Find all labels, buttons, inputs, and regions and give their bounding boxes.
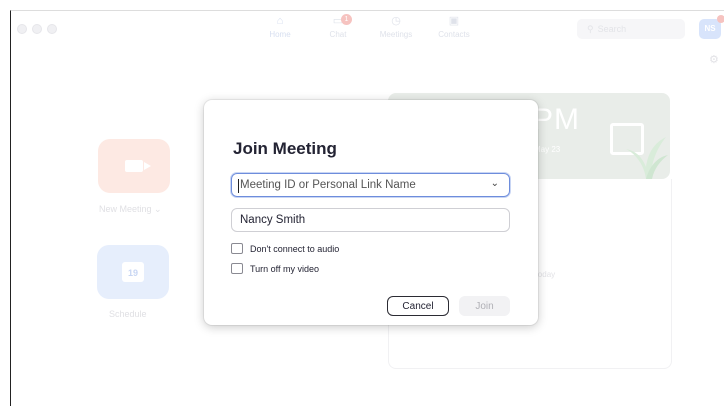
meeting-id-placeholder: Meeting ID or Personal Link Name: [240, 179, 416, 191]
home-icon: ⌂: [276, 15, 284, 27]
tab-chat-label: Chat: [329, 30, 347, 39]
clock-icon: ◷: [391, 15, 401, 27]
new-meeting-button[interactable]: [98, 139, 170, 193]
search-placeholder: Search: [597, 24, 627, 34]
tab-meetings[interactable]: ◷ Meetings: [377, 15, 415, 39]
tab-home[interactable]: ⌂ Home: [261, 15, 299, 39]
meeting-id-input[interactable]: Meeting ID or Personal Link Name ⌄: [231, 173, 510, 197]
clock-time: PM: [533, 103, 580, 136]
tab-chat[interactable]: ▭ 1 Chat: [319, 14, 357, 39]
chevron-down-icon[interactable]: ⌄: [491, 178, 499, 189]
tab-contacts-label: Contacts: [438, 30, 470, 39]
join-button[interactable]: Join: [459, 296, 510, 316]
minimize-window-button[interactable]: [32, 24, 42, 34]
plant-illustration: [626, 137, 668, 179]
turn-off-video-label: Turn off my video: [250, 263, 320, 274]
tab-contacts[interactable]: ▣ Contacts: [435, 15, 473, 39]
contacts-icon: ▣: [448, 15, 460, 27]
turn-off-video-option[interactable]: Turn off my video: [231, 263, 319, 274]
avatar-status-dot: [717, 15, 724, 23]
search-icon: ⚲: [587, 23, 594, 34]
maximize-window-button[interactable]: [47, 24, 57, 34]
calendar-icon: 19: [122, 262, 144, 282]
display-name-input[interactable]: Nancy Smith: [231, 208, 510, 232]
main-tabs: ⌂ Home ▭ 1 Chat ◷ Meetings ▣ Contacts: [261, 14, 473, 39]
video-camera-icon: [125, 160, 151, 172]
window-controls: [17, 24, 57, 34]
dialog-title: Join Meeting: [233, 139, 337, 158]
tab-meetings-label: Meetings: [379, 30, 413, 39]
schedule-label: Schedule: [109, 309, 147, 319]
text-caret: [238, 179, 239, 193]
schedule-button[interactable]: 19: [97, 245, 169, 299]
search-input[interactable]: ⚲ Search: [577, 19, 685, 39]
close-window-button[interactable]: [17, 24, 27, 34]
settings-gear-icon[interactable]: ⚙: [709, 53, 719, 66]
chat-unread-badge: 1: [341, 14, 352, 25]
dont-connect-audio-option[interactable]: Don't connect to audio: [231, 243, 339, 254]
display-name-value: Nancy Smith: [240, 214, 306, 226]
dont-connect-audio-checkbox[interactable]: [231, 243, 243, 254]
top-navigation-bar: ⌂ Home ▭ 1 Chat ◷ Meetings ▣ Contacts ⚲ …: [11, 11, 724, 45]
turn-off-video-checkbox[interactable]: [231, 263, 243, 274]
tab-home-label: Home: [269, 30, 291, 39]
dont-connect-audio-label: Don't connect to audio: [250, 243, 340, 254]
new-meeting-label: New Meeting ⌄: [99, 204, 162, 214]
zoom-app-window: ⌂ Home ▭ 1 Chat ◷ Meetings ▣ Contacts ⚲ …: [10, 10, 724, 406]
cancel-button[interactable]: Cancel: [387, 296, 449, 316]
join-meeting-dialog: Join Meeting Meeting ID or Personal Link…: [204, 100, 538, 325]
